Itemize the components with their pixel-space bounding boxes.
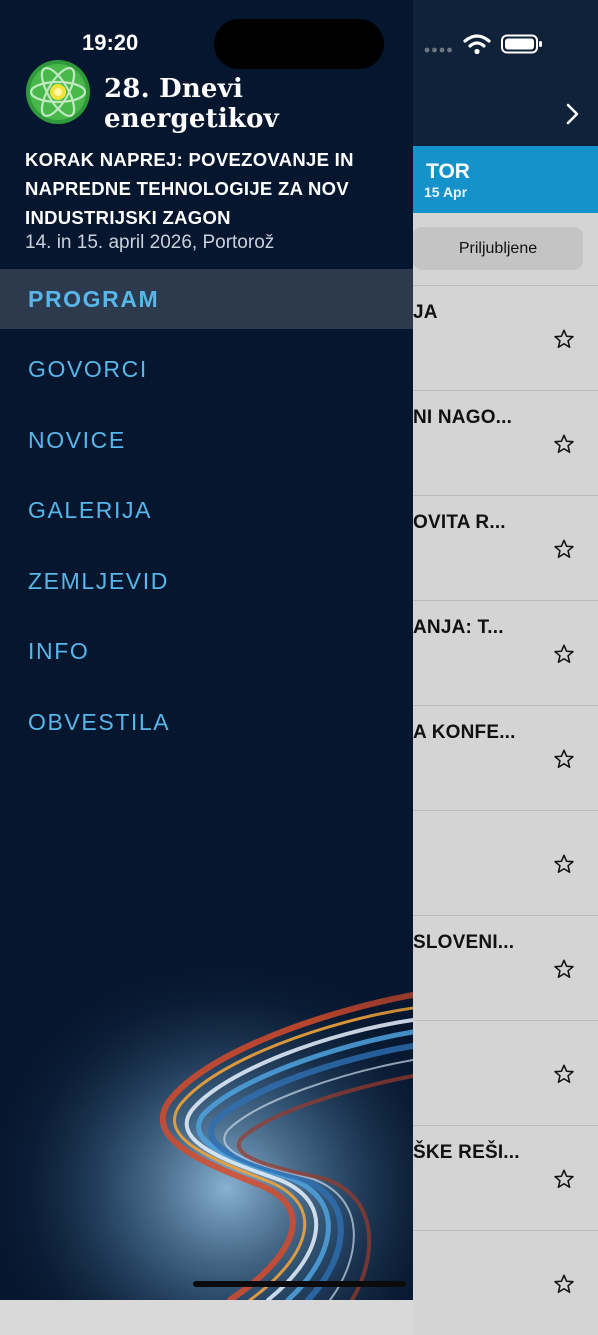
list-item[interactable]: OVITA R... [413,495,598,600]
brand-title: 28. Dnevi energetikov [104,74,279,134]
star-icon[interactable] [553,1063,575,1085]
status-time: 19:20 [82,30,139,55]
star-icon[interactable] [553,748,575,770]
menu-item-program[interactable]: PROGRAM [0,269,413,329]
wifi-icon [463,34,491,55]
list-item[interactable] [413,810,598,915]
session-title: OVITA R... [413,512,506,533]
session-title: A KONFE... [413,722,516,743]
dynamic-island [214,19,384,69]
star-icon[interactable] [553,538,575,560]
session-title: NI NAGO... [413,407,513,428]
list-item[interactable]: JA [413,285,598,390]
session-title: JA [413,302,438,323]
list-item[interactable]: ŠKE REŠI... [413,1125,598,1230]
star-icon[interactable] [553,1168,575,1190]
star-icon[interactable] [553,1273,575,1295]
light-trail-illustration [0,900,413,1300]
session-title: SLOVENI... [413,932,515,953]
session-title: ŠKE REŠI... [413,1142,520,1163]
menu-item-zemljevid[interactable]: ZEMLJEVID [0,551,413,611]
session-title: ANJA: T... [413,617,504,638]
star-icon[interactable] [553,328,575,350]
list-item[interactable]: A KONFE... [413,705,598,810]
star-icon[interactable] [553,958,575,980]
tab-day-label: TOR [426,160,470,183]
event-headline: KORAK NAPREJ: POVEZOVANJE IN NAPREDNE TE… [25,149,354,228]
favorites-filter-button[interactable]: Priljubljene [413,227,583,270]
star-icon[interactable] [553,853,575,875]
list-item[interactable]: ANJA: T... [413,600,598,705]
menu-item-info[interactable]: INFO [0,622,413,682]
home-indicator[interactable] [193,1281,406,1287]
atom-logo-icon [26,60,90,124]
star-icon[interactable] [553,643,575,665]
list-item[interactable]: SLOVENI... [413,915,598,1020]
tab-day-date: 15 Apr [424,184,468,200]
menu-item-govorci[interactable]: GOVORCI [0,340,413,400]
menu-item-novice[interactable]: NOVICE [0,410,413,470]
list-item[interactable]: NI NAGO... [413,390,598,495]
chevron-right-icon[interactable] [562,100,584,128]
drawer-menu: PROGRAM GOVORCI NOVICE GALERIJA ZEMLJEVI… [0,269,413,763]
battery-icon [501,34,542,54]
menu-item-galerija[interactable]: GALERIJA [0,481,413,541]
session-list: JA NI NAGO... OVITA R... ANJA: T... A KO… [413,285,598,1335]
list-item[interactable] [413,1230,598,1335]
star-icon[interactable] [553,433,575,455]
signal-icon [424,47,452,53]
navigation-drawer: 28. Dnevi energetikov KORAK NAPREJ: POVE… [0,0,413,1300]
list-item[interactable] [413,1020,598,1125]
filter-bar: Priljubljene [413,213,598,285]
tab-day[interactable]: TOR 15 Apr [413,146,598,213]
event-dates: 14. in 15. april 2026, Portorož [25,232,275,253]
menu-item-obvestila[interactable]: OBVESTILA [0,693,413,753]
